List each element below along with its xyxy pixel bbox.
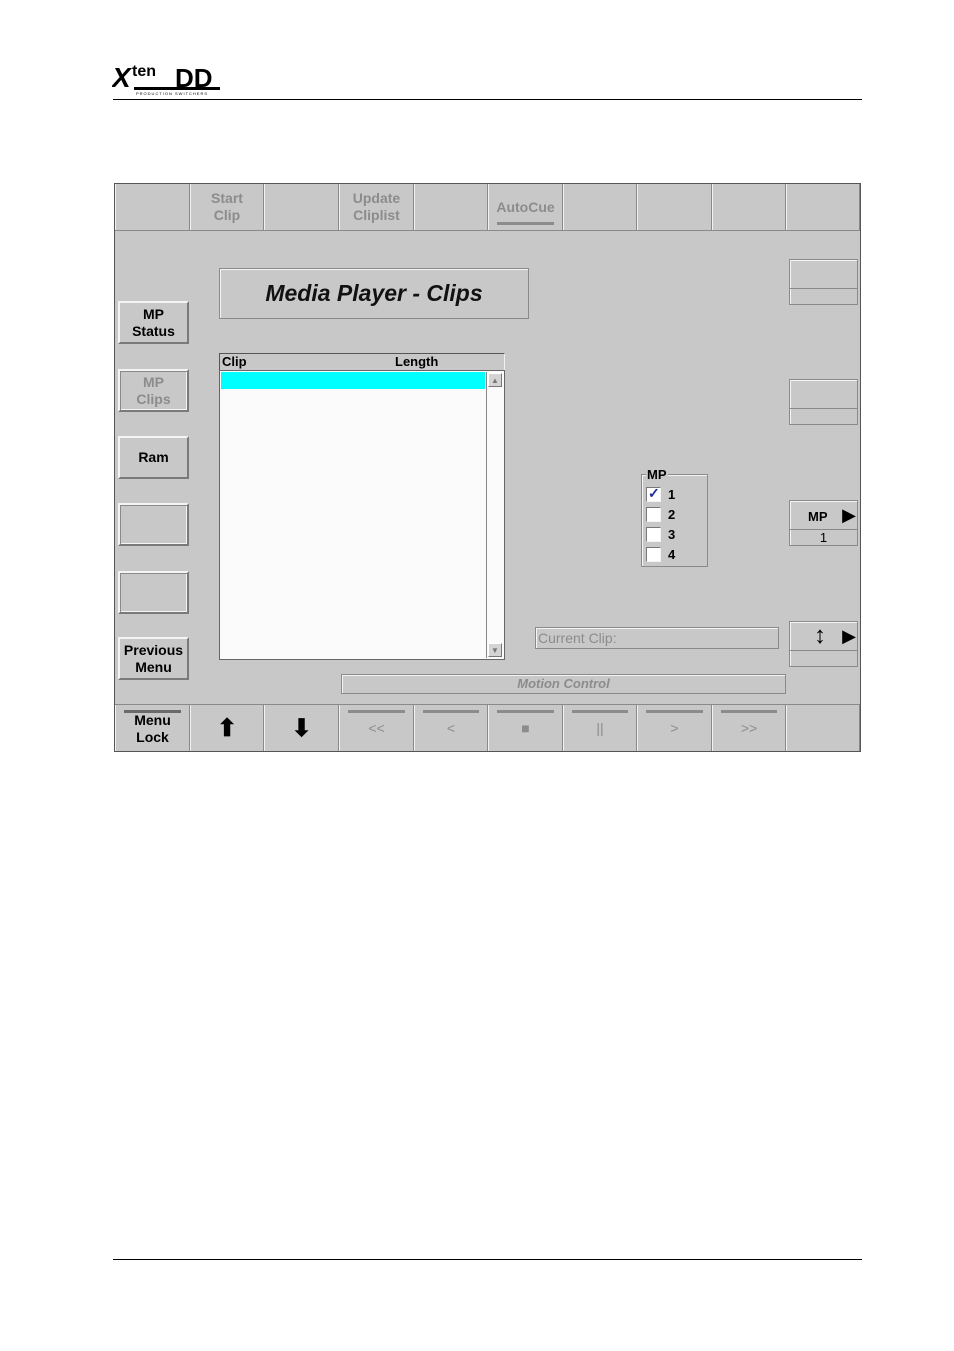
mp-option-4[interactable]: 4	[646, 545, 675, 563]
checkbox-1[interactable]: ✓	[646, 484, 661, 502]
mp-status-button[interactable]: MP Status	[118, 301, 189, 344]
current-clip-field: Current Clip:	[535, 627, 779, 649]
rewind-fast-button[interactable]: <<	[339, 705, 414, 751]
autocue-button[interactable]: AutoCue	[488, 184, 563, 230]
clip-list-scrollbar[interactable]: ▲ ▼	[486, 372, 503, 658]
update-cliplist-button[interactable]: Update Cliplist	[339, 184, 414, 230]
mp-option-3[interactable]: 3	[646, 525, 675, 543]
page-title: Media Player - Clips	[219, 268, 529, 319]
xten-dd-logo-icon: X ten DD PRODUCTION SWITCHERS	[110, 62, 220, 96]
stop-button[interactable]: ■	[488, 705, 563, 751]
bottom-key-10[interactable]	[786, 705, 860, 751]
mp-option-1[interactable]: ✓ 1	[646, 485, 675, 503]
selected-row[interactable]	[221, 372, 485, 389]
up-down-arrow-icon: ↕	[814, 622, 826, 649]
down-arrow-icon: ⬇	[291, 715, 312, 742]
previous-menu-button[interactable]: Previous Menu	[118, 637, 189, 680]
top-key-3[interactable]	[264, 184, 339, 230]
mp-clips-button[interactable]: MP Clips	[118, 369, 189, 412]
right-key-1[interactable]	[789, 259, 858, 305]
autocue-indicator	[497, 222, 554, 225]
column-header-length[interactable]: Length	[395, 354, 438, 369]
header-rule	[113, 99, 862, 100]
top-key-8[interactable]	[637, 184, 712, 230]
pause-icon: ||	[596, 720, 604, 736]
up-arrow-button[interactable]: ⬆	[190, 705, 264, 751]
clip-list[interactable]: ▲ ▼	[219, 370, 505, 660]
rewind-button[interactable]: <	[414, 705, 488, 751]
clip-list-header: Clip Length	[219, 353, 505, 370]
mp-selector-button[interactable]: MP ▶ 1	[789, 500, 858, 546]
scroll-mode-button[interactable]: ↕ ▶	[789, 621, 858, 667]
fast-forward-button[interactable]: >>	[712, 705, 786, 751]
scroll-down-arrow-icon[interactable]: ▼	[488, 643, 502, 657]
scroll-up-arrow-icon[interactable]: ▲	[488, 373, 502, 387]
top-key-1[interactable]	[115, 184, 190, 230]
footer-rule	[113, 1259, 862, 1260]
top-key-5[interactable]	[414, 184, 488, 230]
top-key-7[interactable]	[563, 184, 637, 230]
brand-logo: X ten DD PRODUCTION SWITCHERS	[110, 60, 224, 96]
column-header-clip[interactable]: Clip	[222, 354, 247, 369]
svg-text:PRODUCTION SWITCHERS: PRODUCTION SWITCHERS	[136, 91, 208, 96]
checkbox-3[interactable]	[646, 526, 661, 542]
right-key-2[interactable]	[789, 379, 858, 425]
svg-text:X: X	[112, 62, 133, 93]
stop-icon: ■	[521, 720, 530, 736]
pause-button[interactable]: ||	[563, 705, 637, 751]
side-key-5[interactable]	[118, 571, 189, 614]
top-key-10[interactable]	[786, 184, 860, 230]
side-key-4[interactable]	[118, 503, 189, 546]
down-arrow-button[interactable]: ⬇	[264, 705, 339, 751]
checkbox-2[interactable]	[646, 506, 661, 522]
up-arrow-icon: ⬆	[216, 715, 238, 742]
media-player-panel: Start Clip Update Cliplist AutoCue MP St…	[114, 183, 861, 752]
mp-group-legend: MP	[646, 467, 668, 482]
menu-lock-button[interactable]: Menu Lock	[115, 705, 190, 751]
top-key-9[interactable]	[712, 184, 786, 230]
right-arrow-icon: ▶	[842, 505, 856, 525]
mp-option-2[interactable]: 2	[646, 505, 675, 523]
mp-selector-value: 1	[819, 530, 828, 545]
ram-button[interactable]: Ram	[118, 436, 189, 479]
check-mark-icon: ✓	[648, 484, 660, 501]
checkbox-4[interactable]	[646, 546, 661, 562]
top-softkey-bar: Start Clip Update Cliplist AutoCue	[115, 184, 860, 231]
svg-text:ten: ten	[132, 63, 156, 80]
right-arrow-icon: ▶	[842, 626, 856, 646]
start-clip-button[interactable]: Start Clip	[190, 184, 264, 230]
mp-checkbox-group: MP ✓ 1 2 3 4	[641, 467, 708, 567]
bottom-softkey-bar: Menu Lock ⬆ ⬇ << < ■ || > >>	[115, 704, 860, 751]
mp-selector-label: MP	[808, 509, 828, 524]
motion-control-label: Motion Control	[341, 674, 786, 694]
play-button[interactable]: >	[637, 705, 712, 751]
